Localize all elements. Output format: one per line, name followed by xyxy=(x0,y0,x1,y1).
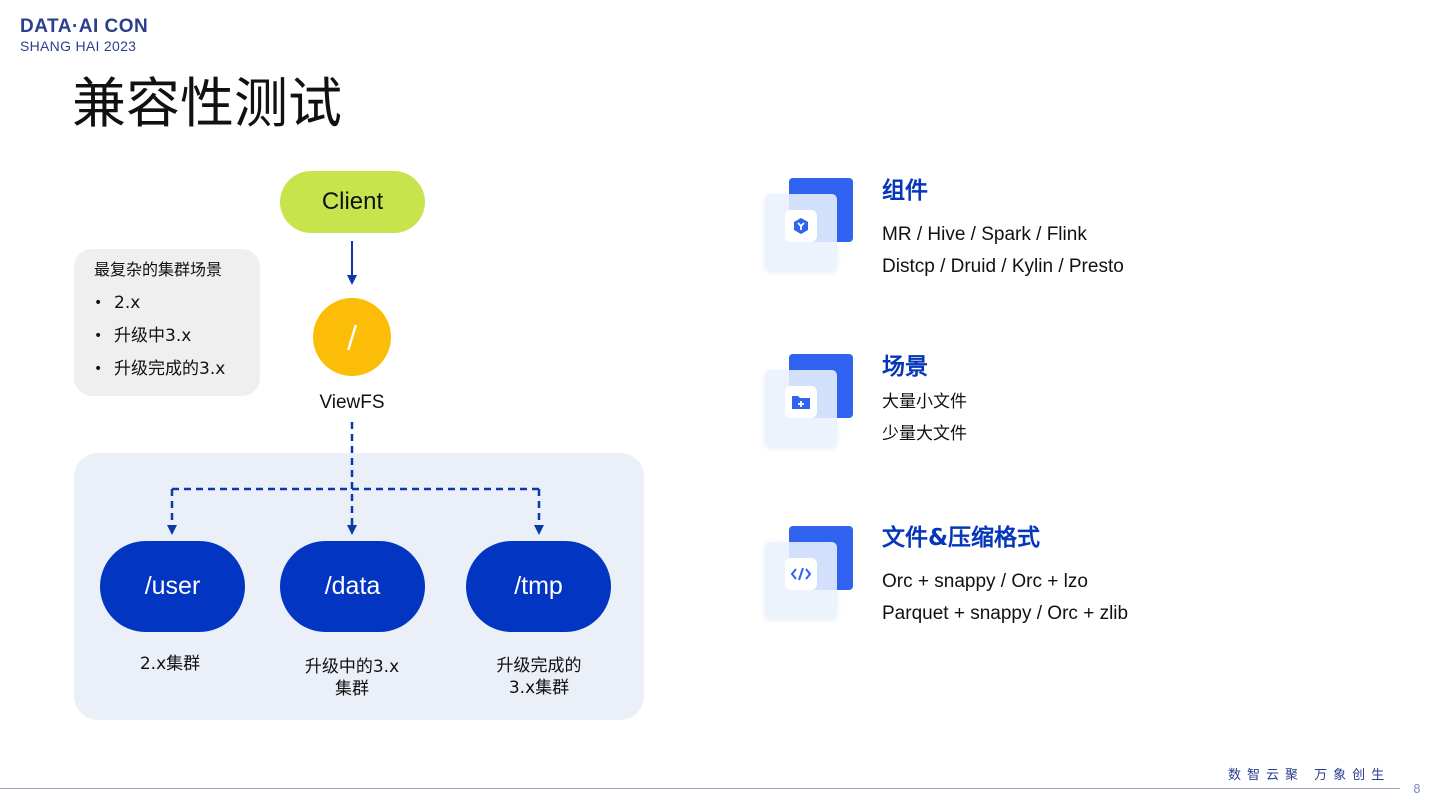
feature-line: Distcp / Druid / Kylin / Presto xyxy=(882,256,1124,277)
logo-line-2: SHANG HAI 2023 xyxy=(20,38,137,54)
mount-label-line: 升级中的3.x xyxy=(304,657,400,677)
bullet: • xyxy=(94,361,103,377)
list-item: • 升级完成的3.x xyxy=(94,358,260,380)
feature-line: MR / Hive / Spark / Flink xyxy=(882,224,1087,245)
conference-logo: DATA·AI CON SHANG HAI 2023 xyxy=(20,17,148,53)
mount-label-line: 2.x集群 xyxy=(139,654,201,674)
mount-node-tmp: /tmp xyxy=(466,541,611,632)
scenario-list: • 2.x • 升级中3.x • 升级完成的3.x xyxy=(94,292,260,380)
viewfs-node: / xyxy=(313,298,391,376)
bullet: • xyxy=(94,295,103,311)
feature-line: Orc + snappy / Orc + lzo xyxy=(882,571,1088,592)
folder-add-icon xyxy=(765,354,855,449)
feature-title-components: 组件 xyxy=(882,178,928,204)
mount-label-line: 3.x集群 xyxy=(508,678,570,698)
list-item-text: 升级中3.x xyxy=(114,326,192,346)
mount-label-data: 升级中的3.x 集群 xyxy=(282,656,422,700)
bullet: • xyxy=(94,328,103,344)
logo-line-1: DATA·AI CON xyxy=(20,16,149,37)
scenario-box-title: 最复杂的集群场景 xyxy=(94,260,223,279)
mount-label-tmp: 升级完成的 3.x集群 xyxy=(469,655,609,699)
feature-title-formats: 文件&压缩格式 xyxy=(882,525,1041,551)
code-icon xyxy=(765,526,855,621)
list-item: • 升级中3.x xyxy=(94,325,260,347)
page-title: 兼容性测试 xyxy=(72,72,342,135)
scenario-box: 最复杂的集群场景 • 2.x • 升级中3.x • 升级完成的3.x xyxy=(74,249,260,396)
mount-node-user: /user xyxy=(100,541,245,632)
feature-line: 少量大文件 xyxy=(882,424,967,444)
page-number: 8 xyxy=(1413,782,1421,796)
footer-slogan: 数智云聚 万象创生 xyxy=(1228,768,1391,783)
feature-title-scenarios: 场景 xyxy=(882,354,928,380)
mount-node-data: /data xyxy=(280,541,425,632)
mount-label-user: 2.x集群 xyxy=(100,653,240,675)
viewfs-label: ViewFS xyxy=(319,392,385,413)
list-item-text: 升级完成的3.x xyxy=(114,359,226,379)
list-item-text: 2.x xyxy=(114,293,141,313)
mount-label-line: 集群 xyxy=(335,679,369,699)
feature-line: 大量小文件 xyxy=(882,392,967,412)
list-item: • 2.x xyxy=(94,292,260,314)
feature-line: Parquet + snappy / Orc + zlib xyxy=(882,603,1129,624)
component-icon xyxy=(765,178,855,273)
footer-divider xyxy=(0,788,1400,789)
mount-label-line: 升级完成的 xyxy=(496,656,582,676)
client-node: Client xyxy=(280,171,425,233)
